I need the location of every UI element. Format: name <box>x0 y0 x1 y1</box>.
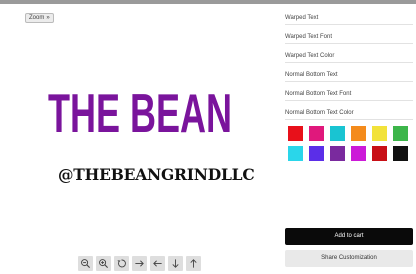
move-right-button[interactable] <box>132 256 147 271</box>
zoom-label: Zoom <box>29 15 45 21</box>
zoom-badge[interactable]: Zoom» <box>25 13 54 23</box>
color-swatch[interactable] <box>372 146 387 161</box>
share-customization-button[interactable]: Share Customization <box>285 250 413 267</box>
color-swatch[interactable] <box>309 126 324 141</box>
zoom-in-button[interactable] <box>96 256 111 271</box>
field-label: Warped Text Color <box>285 53 335 59</box>
normal-bottom-text-field[interactable]: Normal Bottom Text <box>285 69 413 82</box>
canvas-toolbar <box>78 256 201 271</box>
color-swatch[interactable] <box>372 126 387 141</box>
add-to-cart-button[interactable]: Add to cart <box>285 228 413 245</box>
field-label: Normal Bottom Text Color <box>285 110 354 116</box>
warped-text[interactable]: THE BEAN <box>40 58 240 148</box>
color-swatch[interactable] <box>351 126 366 141</box>
color-swatch[interactable] <box>351 146 366 161</box>
color-swatches <box>288 126 413 161</box>
color-swatch[interactable] <box>393 146 408 161</box>
field-label: Normal Bottom Text <box>285 72 338 78</box>
color-swatch[interactable] <box>330 126 345 141</box>
top-bar <box>0 0 416 4</box>
customization-panel: Warped Text Warped Text Font Warped Text… <box>285 12 413 161</box>
color-swatch[interactable] <box>288 126 303 141</box>
arrow-down-icon <box>172 259 179 268</box>
field-label: Warped Text <box>285 15 319 21</box>
move-left-button[interactable] <box>150 256 165 271</box>
warped-text-font-field[interactable]: Warped Text Font <box>285 31 413 44</box>
color-swatch[interactable] <box>393 126 408 141</box>
color-swatch[interactable] <box>330 146 345 161</box>
color-swatch[interactable] <box>309 146 324 161</box>
normal-bottom-text-font-field[interactable]: Normal Bottom Text Font <box>285 88 413 101</box>
warped-text-field[interactable]: Warped Text <box>285 12 413 25</box>
normal-bottom-text-color-field[interactable]: Normal Bottom Text Color <box>285 107 413 120</box>
rotate-button[interactable] <box>114 256 129 271</box>
rotate-icon <box>117 259 126 268</box>
zoom-in-icon <box>99 259 109 269</box>
zoom-out-icon <box>81 259 91 269</box>
arrow-right-icon <box>135 260 144 267</box>
zoom-caret-icon: » <box>46 15 50 21</box>
move-up-button[interactable] <box>186 256 201 271</box>
warped-text-content: THE BEAN <box>48 82 232 143</box>
bottom-text[interactable]: @THEBEANGRINDLLC <box>58 165 255 184</box>
color-swatch[interactable] <box>288 146 303 161</box>
move-down-button[interactable] <box>168 256 183 271</box>
field-label: Normal Bottom Text Font <box>285 91 352 97</box>
field-label: Warped Text Font <box>285 34 333 40</box>
zoom-out-button[interactable] <box>78 256 93 271</box>
arrow-up-icon <box>190 259 197 268</box>
arrow-left-icon <box>153 260 162 267</box>
warped-text-color-field[interactable]: Warped Text Color <box>285 50 413 63</box>
